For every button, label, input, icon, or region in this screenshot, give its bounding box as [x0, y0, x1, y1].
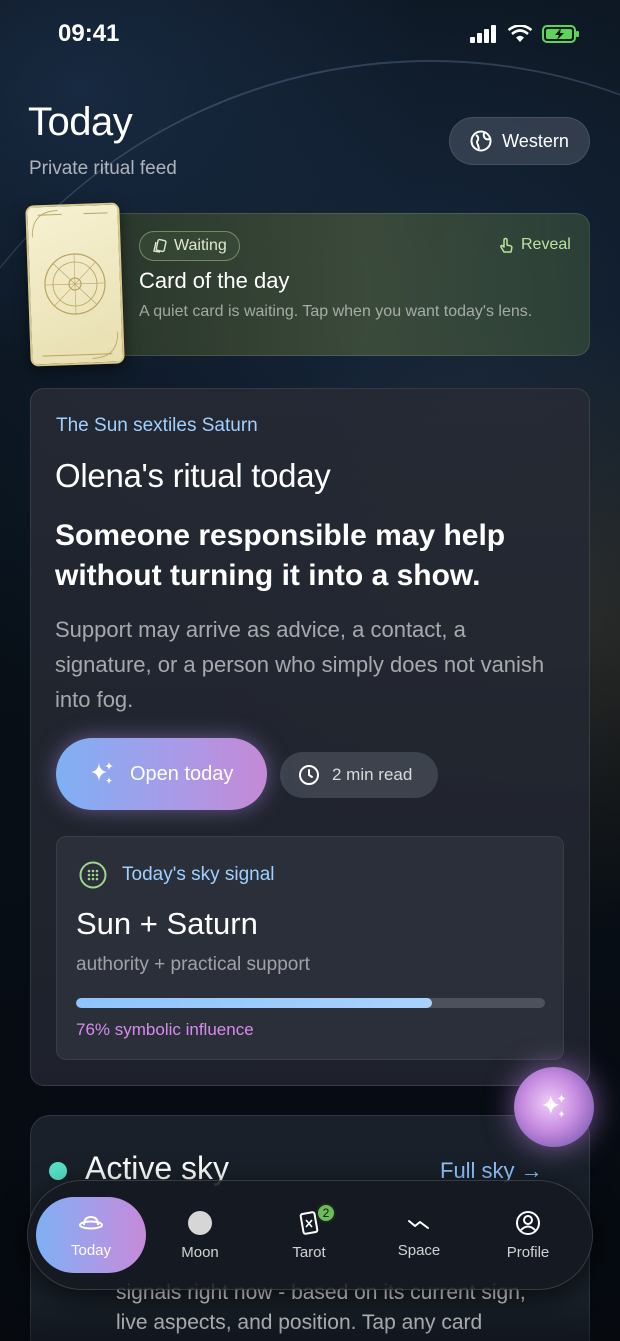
ritual-body: Support may arrive as advice, a contact,… [55, 617, 545, 712]
status-time: 09:41 [58, 20, 120, 47]
tab-profile[interactable]: Profile [473, 1197, 583, 1273]
influence-progress-bar [76, 998, 545, 1008]
waiting-badge: Waiting [139, 231, 240, 261]
tab-label: Today [70, 1241, 112, 1259]
tab-moon[interactable]: Moon [145, 1197, 255, 1273]
reveal-label: Reveal [521, 236, 571, 253]
tab-label: Profile [506, 1243, 550, 1261]
tradition-label: Western [502, 130, 569, 151]
cards-icon [153, 238, 167, 253]
status-icons [470, 24, 580, 44]
read-time-label: 2 min read [332, 765, 413, 784]
ritual-title: Olena's ritual today [55, 457, 331, 494]
tab-today[interactable]: Today [36, 1197, 146, 1273]
sparkles-icon [91, 762, 113, 784]
trend-icon [408, 1219, 429, 1229]
wifi-icon [508, 25, 532, 42]
tarot-count-badge: 2 [316, 1203, 336, 1223]
globe-icon [470, 130, 492, 152]
transit-label: The Sun sextiles Saturn [56, 415, 258, 436]
reveal-button[interactable]: Reveal [499, 236, 571, 254]
status-bar: 09:41 [0, 0, 620, 70]
ai-assistant-button[interactable] [514, 1067, 594, 1147]
home-indicator-area [0, 1300, 620, 1341]
sky-signal-title: Sun + Saturn [76, 906, 258, 941]
sky-signal-label: Today's sky signal [122, 864, 275, 885]
page-title: Today [28, 100, 133, 144]
grid-circle-icon [79, 861, 107, 889]
zodiac-wheel-icon [31, 210, 119, 359]
tarot-card-back[interactable] [25, 202, 125, 367]
battery-icon [542, 25, 579, 43]
card-of-day-title: Card of the day [139, 268, 290, 293]
live-status-dot [49, 1162, 67, 1180]
tab-label: Moon [181, 1243, 219, 1261]
tab-label: Space [397, 1241, 441, 1259]
open-today-button[interactable]: Open today [56, 738, 267, 810]
tradition-selector-button[interactable]: Western [449, 117, 590, 165]
sky-signal-subtitle: authority + practical support [76, 954, 310, 975]
sky-signal-heading: Today's sky signal [78, 860, 275, 890]
planet-icon [79, 1215, 103, 1229]
moon-icon [188, 1210, 212, 1235]
page-subtitle: Private ritual feed [29, 158, 177, 179]
sparkles-icon [542, 1094, 566, 1118]
tap-hand-icon [500, 237, 513, 253]
influence-progress-fill [76, 998, 433, 1008]
profile-icon [516, 1210, 540, 1235]
waiting-label: Waiting [174, 237, 227, 254]
card-of-day-description: A quiet card is waiting. Tap when you wa… [139, 303, 533, 320]
read-time-pill: 2 min read [280, 752, 438, 798]
clock-icon [299, 765, 319, 785]
open-today-label: Open today [130, 762, 234, 785]
tab-label: Tarot [292, 1243, 326, 1261]
influence-label: 76% symbolic influence [76, 1020, 254, 1039]
tab-space[interactable]: Space [364, 1197, 474, 1273]
tab-tarot[interactable]: 2 Tarot [254, 1197, 364, 1273]
ritual-headline: Someone responsible may help without tur… [55, 519, 506, 592]
signal-icon [470, 25, 496, 43]
